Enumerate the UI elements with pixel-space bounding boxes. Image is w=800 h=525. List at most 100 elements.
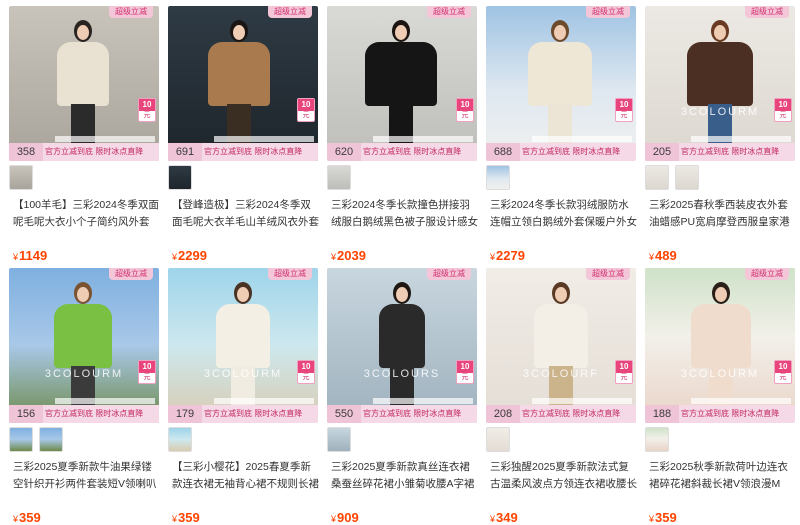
color-swatches [9, 165, 39, 190]
color-swatch-thumbnail[interactable] [327, 427, 351, 452]
sales-count: 691 [168, 143, 202, 161]
product-price: ¥2299 [172, 248, 207, 263]
product-price: ¥2279 [490, 248, 525, 263]
sales-count: 188 [645, 405, 679, 423]
model-garment [216, 304, 270, 368]
price-value: 359 [655, 510, 677, 525]
product-image[interactable]: 超级立减 10 元 358 官方立减到底 限时冰点直降 [9, 6, 159, 161]
color-swatch-thumbnail[interactable] [675, 165, 699, 190]
super-discount-badge: 超级立减 [109, 6, 153, 18]
super-discount-badge: 超级立减 [586, 6, 630, 18]
model-garment [528, 42, 592, 106]
color-swatches [327, 427, 357, 452]
product-image[interactable]: 3COLOURM 超级立减 10 元 205 官方立减到底 限时冰点直降 [645, 6, 795, 161]
super-discount-badge: 超级立减 [427, 268, 471, 280]
model-face [77, 25, 89, 40]
product-price: ¥359 [649, 510, 677, 525]
brand-watermark: 3COLOURS [363, 368, 441, 380]
product-title[interactable]: 三彩2024冬季长款撞色拼接羽绒服白鹅绒黑色被子服设计感女 [331, 197, 479, 231]
color-swatch-thumbnail[interactable] [168, 165, 192, 190]
product-image[interactable]: 3COLOURS 超级立减 10 元 550 官方立减到底 限时冰点直降 [327, 268, 477, 423]
promo-strip-label: 官方立减到底 限时冰点直降 [45, 409, 144, 418]
sales-count: 620 [327, 143, 361, 161]
product-title[interactable]: 【登峰造极】三彩2024冬季双面毛呢大衣羊毛山羊绒风衣外套女 [172, 197, 320, 231]
color-swatches [9, 427, 69, 452]
color-swatches [645, 165, 705, 190]
product-image[interactable]: 3COLOURF 超级立减 10 元 208 官方立减到底 限时冰点直降 [486, 268, 636, 423]
coupon-tag: 10 元 [774, 98, 792, 122]
color-swatch-thumbnail[interactable] [168, 427, 192, 452]
promo-strip-label: 官方立减到底 限时冰点直降 [522, 147, 621, 156]
product-price: ¥349 [490, 510, 518, 525]
color-swatches [645, 427, 675, 452]
price-value: 909 [337, 510, 359, 525]
product-title[interactable]: 三彩2025春秋季西装皮衣外套油蜡感PU宽肩摩登西服皇家港 [649, 197, 797, 231]
coupon-tag: 10 元 [456, 360, 474, 384]
product-title[interactable]: 三彩独醒2025夏季新款法式复古温柔风波点方领连衣裙收腰长 [490, 459, 638, 493]
color-swatch-thumbnail[interactable] [9, 427, 33, 452]
currency-symbol: ¥ [331, 252, 337, 262]
model-garment [365, 42, 437, 106]
model-garment [687, 42, 753, 106]
product-price: ¥489 [649, 248, 677, 263]
color-swatch-thumbnail[interactable] [645, 427, 669, 452]
currency-symbol: ¥ [172, 252, 178, 262]
currency-symbol: ¥ [490, 252, 496, 262]
model-garment [379, 304, 425, 368]
super-discount-badge: 超级立减 [586, 268, 630, 280]
super-discount-badge: 超级立减 [745, 268, 789, 280]
super-discount-badge: 超级立减 [109, 268, 153, 280]
promo-strip-label: 官方立减到底 限时冰点直降 [363, 147, 462, 156]
currency-symbol: ¥ [13, 252, 19, 262]
price-value: 2279 [496, 248, 525, 263]
product-title[interactable]: 三彩2025夏季新款真丝连衣裙桑蚕丝碎花裙小雏菊收腰A字裙 [331, 459, 479, 493]
currency-symbol: ¥ [490, 514, 496, 524]
sales-count: 688 [486, 143, 520, 161]
brand-watermark: 3COLOURM [203, 368, 283, 380]
product-image[interactable]: 3COLOURM 超级立减 10 元 188 官方立减到底 限时冰点直降 [645, 268, 795, 423]
product-image[interactable]: 超级立减 10 元 691 官方立减到底 限时冰点直降 [168, 6, 318, 161]
coupon-tag: 10 元 [138, 360, 156, 384]
model-garment [54, 304, 112, 368]
promo-period-bar [691, 136, 791, 142]
promo-period-bar [214, 136, 314, 142]
product-image[interactable]: 超级立减 10 元 620 官方立减到底 限时冰点直降 [327, 6, 477, 161]
brand-watermark: 3COLOURM [680, 368, 760, 380]
promo-period-bar [532, 136, 632, 142]
product-title[interactable]: 【三彩小樱花】2025春夏季新款连衣裙无袖背心裙不规则长裙 [172, 459, 320, 493]
color-swatches [486, 427, 516, 452]
product-title[interactable]: 三彩2025秋季新款荷叶边连衣裙碎花裙斜裁长裙V领浪漫M [649, 459, 797, 493]
product-title[interactable]: 三彩2025夏季新款牛油果绿镂空针织开衫两件套装短V领喇叭 [13, 459, 161, 493]
product-title[interactable]: 【100羊毛】三彩2024冬季双面呢毛呢大衣小个子简约风外套 [13, 197, 161, 231]
sales-count: 208 [486, 405, 520, 423]
product-price: ¥909 [331, 510, 359, 525]
promo-period-bar [373, 398, 473, 404]
model-face [396, 287, 408, 302]
color-swatch-thumbnail[interactable] [9, 165, 33, 190]
product-title[interactable]: 三彩2024冬季长款羽绒服防水连帽立领白鹅绒外套保暖户外女 [490, 197, 638, 231]
product-image[interactable]: 超级立减 10 元 688 官方立减到底 限时冰点直降 [486, 6, 636, 161]
sales-count: 179 [168, 405, 202, 423]
color-swatch-thumbnail[interactable] [486, 427, 510, 452]
product-image[interactable]: 3COLOURM 超级立减 10 元 156 官方立减到底 限时冰点直降 [9, 268, 159, 423]
coupon-tag: 10 元 [138, 98, 156, 122]
color-swatch-thumbnail[interactable] [486, 165, 510, 190]
color-swatches [486, 165, 516, 190]
sales-count: 156 [9, 405, 43, 423]
price-value: 359 [19, 510, 41, 525]
sales-count: 550 [327, 405, 361, 423]
price-value: 1149 [19, 248, 48, 263]
brand-watermark: 3COLOURF [523, 368, 599, 380]
price-value: 489 [655, 248, 677, 263]
super-discount-badge: 超级立减 [268, 6, 312, 18]
color-swatches [168, 427, 198, 452]
color-swatch-thumbnail[interactable] [645, 165, 669, 190]
currency-symbol: ¥ [172, 514, 178, 524]
color-swatch-thumbnail[interactable] [327, 165, 351, 190]
product-image[interactable]: 3COLOURM 超级立减 10 元 179 官方立减到底 限时冰点直降 [168, 268, 318, 423]
color-swatches [168, 165, 198, 190]
color-swatch-thumbnail[interactable] [39, 427, 63, 452]
coupon-tag: 10 元 [297, 360, 315, 384]
sales-count: 358 [9, 143, 43, 161]
model-garment [208, 42, 270, 106]
